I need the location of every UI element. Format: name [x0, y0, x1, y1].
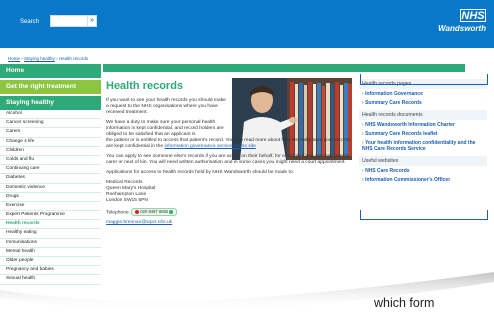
sidebar-item[interactable]: Exercise — [0, 201, 101, 212]
nhs-logo-subtitle: Wandsworth — [438, 24, 486, 33]
sidebar-nav: Home Get the right treatment Staying hea… — [0, 64, 101, 285]
phone-dial-icon — [169, 209, 174, 214]
sidebar-item[interactable]: Sexual health — [0, 275, 101, 285]
sidebar-item[interactable]: Colds and flu — [0, 155, 101, 166]
email-link[interactable]: maggie.brennan@wpct.nhs.uk — [106, 220, 356, 226]
related-link-label: Your health information confidentiality … — [362, 140, 476, 152]
phone-call-icon — [135, 209, 140, 214]
sidebar-item[interactable]: Carers — [0, 128, 101, 138]
sidebar-item[interactable]: Cancer screening — [0, 119, 101, 129]
search-button[interactable]: » — [87, 15, 97, 27]
sidebar-item[interactable]: Expert Patients Programme — [0, 211, 101, 221]
site-header: Search » NHS Wandsworth — [0, 0, 494, 48]
sidebar-section-staying-healthy[interactable]: Staying healthy — [0, 96, 101, 110]
related-link[interactable]: › Summary Care Records leaflet — [359, 129, 487, 138]
page-title: Health records — [106, 80, 184, 92]
related-link-label: Information Governance — [365, 91, 423, 97]
paragraph-duty: We have a duty to make sure your persona… — [106, 120, 224, 137]
sidebar-item[interactable]: Health records — [0, 220, 101, 230]
related-link[interactable]: › NHS Care Records — [359, 166, 487, 175]
sidebar-item[interactable]: Alcohol — [0, 110, 101, 120]
related-link[interactable]: › Information Governance — [359, 89, 487, 98]
search-label: Search — [20, 19, 40, 25]
paragraph-intro: If you want to see your health records y… — [106, 98, 226, 115]
related-link[interactable]: › NHS Wandsworth Information Charter — [359, 120, 487, 129]
main-content: If you want to see your health records y… — [106, 98, 356, 230]
sidebar-item[interactable]: Healthy eating — [0, 229, 101, 239]
sidebar-item[interactable]: Diabetes — [0, 174, 101, 184]
slide-caption: which form — [374, 296, 435, 310]
sidebar-item[interactable]: Immunisations — [0, 238, 101, 248]
related-link-label: Summary Care Records — [365, 100, 422, 106]
related-links-column: Health records pages › Information Govern… — [359, 76, 487, 184]
search-input[interactable] — [50, 15, 92, 27]
breadcrumb-staying-healthy[interactable]: Staying healthy — [24, 56, 55, 61]
sidebar-item[interactable]: Continuing care — [0, 165, 101, 175]
annotation-bracket-bottom — [360, 210, 488, 220]
annotation-bracket-top — [360, 74, 488, 85]
information-governance-link[interactable]: information governance section of this s… — [164, 144, 255, 149]
sidebar-item[interactable]: Children — [0, 146, 101, 156]
content-top-bar — [103, 64, 465, 72]
related-link-label: NHS Care Records — [365, 168, 410, 174]
nhs-logo[interactable]: NHS — [460, 9, 486, 22]
telephone-row: Telephone: 020 8487 6862 — [106, 208, 356, 216]
sidebar-item[interactable]: Domestic violence — [0, 183, 101, 193]
breadcrumb-current: Health records — [58, 56, 89, 61]
related-section-heading: Useful websites — [359, 156, 487, 166]
sidebar-item[interactable]: Older people — [0, 257, 101, 267]
related-link[interactable]: › Summary Care Records — [359, 98, 487, 107]
related-link[interactable]: › Information Commissioner's Officer — [359, 175, 487, 184]
address-block: Medical Records Queen Mary's Hospital Ro… — [106, 180, 356, 204]
sidebar-items: Alcohol Cancer screening Carers Change 4 li… — [0, 110, 101, 285]
web-page: Search » NHS Wandsworth Home › Staying h… — [0, 0, 494, 300]
sidebar-right-treatment[interactable]: Get the right treatment — [0, 80, 101, 94]
sidebar-item[interactable]: Change 4 life — [0, 137, 101, 147]
telephone-badge[interactable]: 020 8487 6862 — [131, 208, 178, 216]
related-link[interactable]: › Your health information confidentialit… — [359, 138, 487, 153]
breadcrumb: Home › Staying healthy › Health records — [8, 56, 88, 61]
sidebar-home[interactable]: Home — [0, 64, 101, 78]
address-line: London SW15 5PN — [106, 198, 148, 203]
telephone-label: Telephone: — [106, 210, 130, 216]
sidebar-item[interactable]: Pregnancy and babies — [0, 266, 101, 276]
paragraph-duty-cont: the patient or is entitled to access tha… — [106, 138, 356, 150]
related-link-label: Summary Care Records leaflet — [365, 131, 438, 137]
breadcrumb-home[interactable]: Home — [8, 56, 20, 61]
related-link-label: Information Commissioner's Officer — [365, 177, 451, 183]
sidebar-item[interactable]: Mental health — [0, 247, 101, 257]
sidebar-item[interactable]: Drugs — [0, 192, 101, 202]
telephone-number: 020 8487 6862 — [140, 209, 169, 214]
related-section-heading: Health records documents — [359, 110, 487, 120]
related-link-label: NHS Wandsworth Information Charter — [365, 122, 455, 128]
paragraph-applications: Applications for access to health record… — [106, 170, 294, 175]
paragraph-behalf: You can apply to see someone else's reco… — [106, 154, 350, 165]
